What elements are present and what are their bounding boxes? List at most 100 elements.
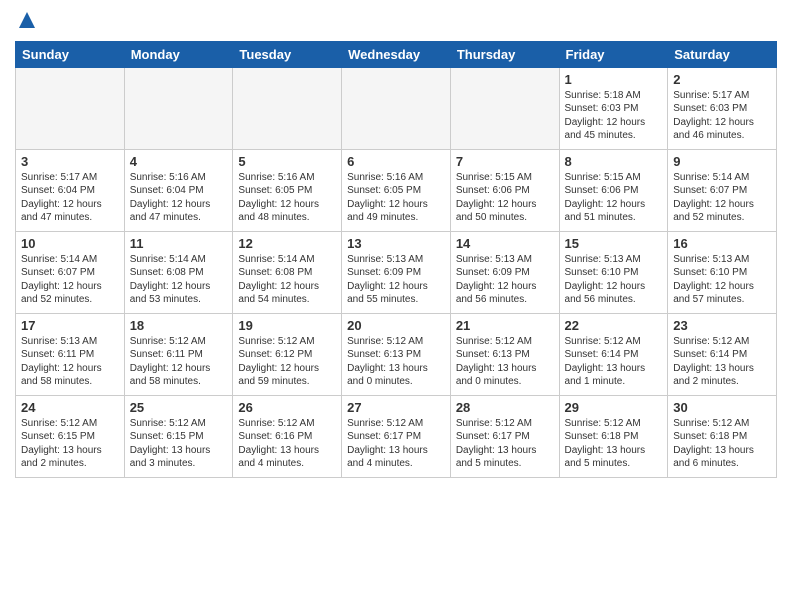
calendar-cell: 7Sunrise: 5:15 AM Sunset: 6:06 PM Daylig… [450, 149, 559, 231]
calendar-cell: 22 Sunrise: 5:12 AM Sunset: 6:14 PM Dayli… [559, 313, 668, 395]
day-info: Sunrise: 5:12 AM Sunset: 6:15 PM Dayligh… [21, 417, 119, 471]
day-number: 3 [21, 154, 119, 169]
calendar-cell: 12Sunrise: 5:14 AM Sunset: 6:08 PM Dayli… [233, 231, 342, 313]
day-info: Sunrise: 5:12 AM Sunset: 6:18 PM Dayligh… [673, 417, 771, 471]
calendar-cell: 8Sunrise: 5:15 AM Sunset: 6:06 PM Daylig… [559, 149, 668, 231]
calendar-cell: 25 Sunrise: 5:12 AM Sunset: 6:15 PM Dayli… [124, 395, 233, 477]
day-number: 6 [347, 154, 445, 169]
calendar-cell: 4 Sunrise: 5:16 AM Sunset: 6:04 PM Daylig… [124, 149, 233, 231]
day-number: 22 [565, 318, 663, 333]
day-info: Sunrise: 5:12 AM Sunset: 6:12 PM Dayligh… [238, 335, 336, 389]
page-container: SundayMondayTuesdayWednesdayThursdayFrid… [0, 0, 792, 488]
calendar-cell: 2Sunrise: 5:17 AM Sunset: 6:03 PM Daylig… [668, 67, 777, 149]
calendar-cell: 1 Sunrise: 5:18 AM Sunset: 6:03 PM Daylig… [559, 67, 668, 149]
day-number: 24 [21, 400, 119, 415]
day-info: Sunrise: 5:18 AM Sunset: 6:03 PM Dayligh… [565, 89, 663, 143]
page-header [15, 10, 777, 35]
day-info: Sunrise: 5:14 AM Sunset: 6:08 PM Dayligh… [130, 253, 228, 307]
day-info: Sunrise: 5:14 AM Sunset: 6:07 PM Dayligh… [21, 253, 119, 307]
logo-icon [17, 10, 37, 30]
day-number: 16 [673, 236, 771, 251]
calendar-cell: 15 Sunrise: 5:13 AM Sunset: 6:10 PM Dayli… [559, 231, 668, 313]
day-info: Sunrise: 5:12 AM Sunset: 6:17 PM Dayligh… [456, 417, 554, 471]
calendar-cell: 27 Sunrise: 5:12 AM Sunset: 6:17 PM Dayli… [342, 395, 451, 477]
calendar-cell: 30 Sunrise: 5:12 AM Sunset: 6:18 PM Dayli… [668, 395, 777, 477]
calendar-cell: 5 Sunrise: 5:16 AM Sunset: 6:05 PM Daylig… [233, 149, 342, 231]
day-number: 13 [347, 236, 445, 251]
day-info: Sunrise: 5:16 AM Sunset: 6:05 PM Dayligh… [347, 171, 445, 225]
day-number: 26 [238, 400, 336, 415]
col-header-wednesday: Wednesday [342, 41, 451, 67]
calendar-cell: 17 Sunrise: 5:13 AM Sunset: 6:11 PM Dayli… [16, 313, 125, 395]
calendar-week-1: 3 Sunrise: 5:17 AM Sunset: 6:04 PM Daylig… [16, 149, 777, 231]
day-number: 15 [565, 236, 663, 251]
day-info: Sunrise: 5:12 AM Sunset: 6:15 PM Dayligh… [130, 417, 228, 471]
calendar-cell: 14 Sunrise: 5:13 AM Sunset: 6:09 PM Dayli… [450, 231, 559, 313]
day-number: 30 [673, 400, 771, 415]
day-number: 11 [130, 236, 228, 251]
calendar-cell: 16 Sunrise: 5:13 AM Sunset: 6:10 PM Dayli… [668, 231, 777, 313]
day-number: 12 [238, 236, 336, 251]
calendar-cell: 26 Sunrise: 5:12 AM Sunset: 6:16 PM Dayli… [233, 395, 342, 477]
day-number: 23 [673, 318, 771, 333]
day-number: 9 [673, 154, 771, 169]
col-header-sunday: Sunday [16, 41, 125, 67]
calendar-week-4: 24 Sunrise: 5:12 AM Sunset: 6:15 PM Dayli… [16, 395, 777, 477]
calendar-cell: 10 Sunrise: 5:14 AM Sunset: 6:07 PM Dayli… [16, 231, 125, 313]
day-info: Sunrise: 5:13 AM Sunset: 6:09 PM Dayligh… [456, 253, 554, 307]
calendar-cell: 9 Sunrise: 5:14 AM Sunset: 6:07 PM Daylig… [668, 149, 777, 231]
day-info: Sunrise: 5:13 AM Sunset: 6:09 PM Dayligh… [347, 253, 445, 307]
day-info: Sunrise: 5:16 AM Sunset: 6:05 PM Dayligh… [238, 171, 336, 225]
day-info: Sunrise: 5:12 AM Sunset: 6:17 PM Dayligh… [347, 417, 445, 471]
day-number: 25 [130, 400, 228, 415]
calendar-cell [450, 67, 559, 149]
day-number: 18 [130, 318, 228, 333]
col-header-saturday: Saturday [668, 41, 777, 67]
logo [15, 10, 37, 35]
day-number: 8 [565, 154, 663, 169]
day-number: 1 [565, 72, 663, 87]
day-number: 4 [130, 154, 228, 169]
day-info: Sunrise: 5:17 AM Sunset: 6:04 PM Dayligh… [21, 171, 119, 225]
day-number: 17 [21, 318, 119, 333]
calendar-cell [233, 67, 342, 149]
day-info: Sunrise: 5:12 AM Sunset: 6:13 PM Dayligh… [456, 335, 554, 389]
day-number: 10 [21, 236, 119, 251]
day-info: Sunrise: 5:13 AM Sunset: 6:10 PM Dayligh… [673, 253, 771, 307]
calendar-cell: 3 Sunrise: 5:17 AM Sunset: 6:04 PM Daylig… [16, 149, 125, 231]
day-number: 21 [456, 318, 554, 333]
day-info: Sunrise: 5:13 AM Sunset: 6:10 PM Dayligh… [565, 253, 663, 307]
calendar-cell: 21 Sunrise: 5:12 AM Sunset: 6:13 PM Dayli… [450, 313, 559, 395]
calendar-week-3: 17 Sunrise: 5:13 AM Sunset: 6:11 PM Dayli… [16, 313, 777, 395]
calendar-cell: 6 Sunrise: 5:16 AM Sunset: 6:05 PM Daylig… [342, 149, 451, 231]
day-info: Sunrise: 5:13 AM Sunset: 6:11 PM Dayligh… [21, 335, 119, 389]
calendar-week-2: 10 Sunrise: 5:14 AM Sunset: 6:07 PM Dayli… [16, 231, 777, 313]
day-info: Sunrise: 5:14 AM Sunset: 6:07 PM Dayligh… [673, 171, 771, 225]
calendar-cell: 29 Sunrise: 5:12 AM Sunset: 6:18 PM Dayli… [559, 395, 668, 477]
day-info: Sunrise: 5:12 AM Sunset: 6:13 PM Dayligh… [347, 335, 445, 389]
calendar-cell: 13 Sunrise: 5:13 AM Sunset: 6:09 PM Dayli… [342, 231, 451, 313]
day-number: 7 [456, 154, 554, 169]
calendar-table: SundayMondayTuesdayWednesdayThursdayFrid… [15, 41, 777, 478]
day-number: 14 [456, 236, 554, 251]
calendar-cell: 20Sunrise: 5:12 AM Sunset: 6:13 PM Dayli… [342, 313, 451, 395]
day-info: Sunrise: 5:12 AM Sunset: 6:14 PM Dayligh… [565, 335, 663, 389]
day-info: Sunrise: 5:12 AM Sunset: 6:16 PM Dayligh… [238, 417, 336, 471]
day-number: 29 [565, 400, 663, 415]
calendar-cell [342, 67, 451, 149]
calendar-cell [16, 67, 125, 149]
calendar-week-0: 1 Sunrise: 5:18 AM Sunset: 6:03 PM Daylig… [16, 67, 777, 149]
day-info: Sunrise: 5:12 AM Sunset: 6:18 PM Dayligh… [565, 417, 663, 471]
day-number: 27 [347, 400, 445, 415]
calendar-cell: 19Sunrise: 5:12 AM Sunset: 6:12 PM Dayli… [233, 313, 342, 395]
calendar-cell: 23Sunrise: 5:12 AM Sunset: 6:14 PM Dayli… [668, 313, 777, 395]
col-header-thursday: Thursday [450, 41, 559, 67]
calendar-cell: 28Sunrise: 5:12 AM Sunset: 6:17 PM Dayli… [450, 395, 559, 477]
calendar-cell: 11 Sunrise: 5:14 AM Sunset: 6:08 PM Dayli… [124, 231, 233, 313]
day-info: Sunrise: 5:16 AM Sunset: 6:04 PM Dayligh… [130, 171, 228, 225]
col-header-friday: Friday [559, 41, 668, 67]
day-info: Sunrise: 5:17 AM Sunset: 6:03 PM Dayligh… [673, 89, 771, 143]
day-number: 5 [238, 154, 336, 169]
calendar-header-row: SundayMondayTuesdayWednesdayThursdayFrid… [16, 41, 777, 67]
col-header-monday: Monday [124, 41, 233, 67]
